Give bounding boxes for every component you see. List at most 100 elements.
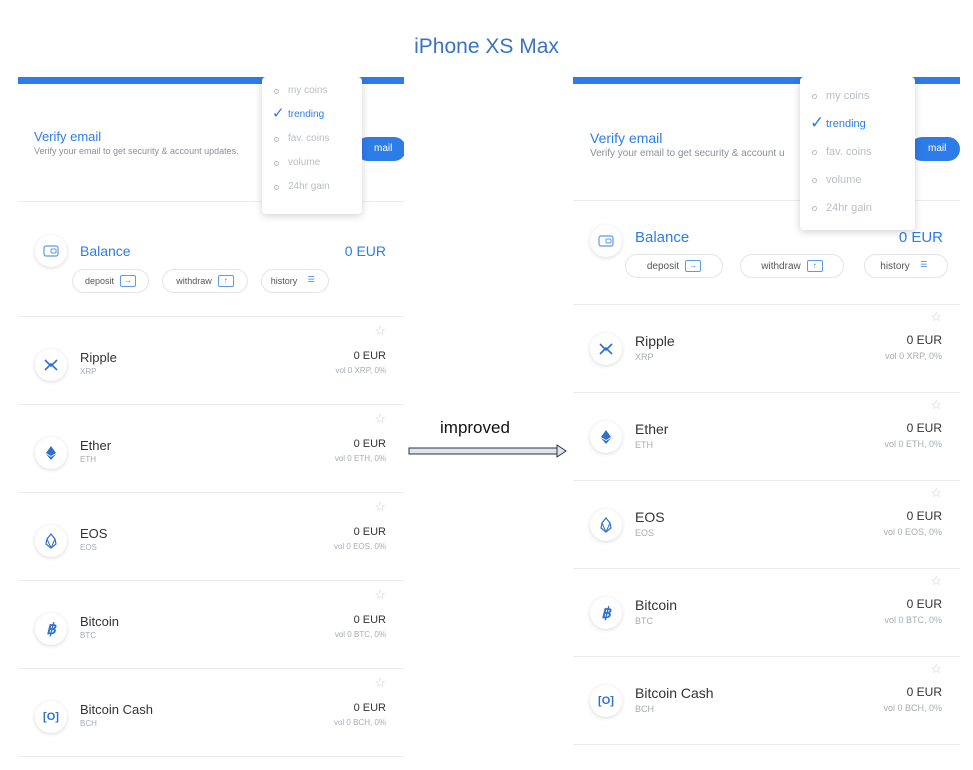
- coin-volume: vol 0 ETH, 0%: [884, 439, 942, 449]
- favorite-star-icon[interactable]: ☆: [930, 573, 942, 589]
- sort-option-trending[interactable]: ✓ trending: [800, 110, 915, 138]
- bullet-icon: [274, 185, 279, 190]
- bullet-icon: [812, 206, 817, 211]
- bullet-icon: [812, 178, 817, 183]
- coin-volume: vol 0 XRP, 0%: [335, 366, 386, 375]
- coin-row-btc[interactable]: ☆ ฿ Bitcoin BTC 0 EUR vol 0 BTC, 0%: [573, 569, 960, 657]
- ripple-icon: [590, 333, 622, 365]
- coin-volume: vol 0 XRP, 0%: [885, 351, 942, 361]
- coin-name: Bitcoin Cash: [80, 702, 153, 717]
- coin-volume: vol 0 EOS, 0%: [333, 542, 386, 551]
- withdraw-icon: ↑: [806, 260, 823, 272]
- coin-volume: vol 0 BCH, 0%: [883, 703, 942, 713]
- verify-email-button[interactable]: mail: [910, 137, 960, 161]
- coin-name: Ripple: [635, 333, 675, 349]
- sort-option-volume[interactable]: volume: [262, 151, 362, 175]
- coin-row-bch[interactable]: ☆ [O] Bitcoin Cash BCH 0 EUR vol 0 BCH, …: [573, 657, 960, 745]
- bullet-icon: [274, 137, 279, 142]
- coin-value: 0 EUR: [906, 509, 942, 523]
- coin-name: Bitcoin Cash: [635, 685, 714, 701]
- coin-row-btc[interactable]: ☆ ฿ Bitcoin BTC 0 EUR vol 0 BTC, 0%: [18, 581, 404, 669]
- coin-name: EOS: [635, 509, 665, 525]
- history-button[interactable]: history ☰: [864, 254, 948, 278]
- coin-value: 0 EUR: [353, 438, 386, 450]
- deposit-button[interactable]: deposit →: [72, 269, 149, 293]
- ether-icon: [35, 437, 67, 469]
- coin-symbol: EOS: [80, 543, 97, 552]
- sort-option-fav-coins[interactable]: fav. coins: [800, 138, 915, 166]
- history-button[interactable]: history ☰: [261, 269, 329, 293]
- wallet-icon: [35, 235, 67, 267]
- coin-symbol: XRP: [80, 367, 97, 376]
- coin-name: Ether: [80, 438, 112, 453]
- coin-name: Bitcoin: [80, 614, 120, 629]
- deposit-icon: →: [120, 275, 137, 287]
- sort-dropdown[interactable]: my coins ✓ trending fav. coins volume 24h…: [262, 77, 362, 214]
- coin-value: 0 EUR: [353, 526, 386, 538]
- favorite-star-icon[interactable]: ☆: [930, 661, 942, 677]
- sort-option-trending[interactable]: ✓ trending: [262, 103, 362, 127]
- wallet-icon: [590, 225, 622, 257]
- coin-value: 0 EUR: [906, 421, 942, 435]
- deposit-icon: →: [685, 260, 702, 272]
- favorite-star-icon[interactable]: ☆: [374, 675, 386, 691]
- coin-volume: vol 0 BTC, 0%: [884, 615, 942, 625]
- coin-symbol: BCH: [635, 704, 655, 714]
- coin-row-bch[interactable]: ☆ [O] Bitcoin Cash BCH 0 EUR vol 0 BCH, …: [18, 669, 404, 757]
- coin-volume: vol 0 BCH, 0%: [333, 718, 386, 727]
- coin-value: 0 EUR: [353, 350, 386, 362]
- verify-email-subtitle: Verify your email to get security & acco…: [590, 148, 785, 159]
- sort-option-24hr-gain[interactable]: 24hr gain: [262, 175, 362, 199]
- balance-label: Balance: [80, 243, 131, 259]
- sort-dropdown[interactable]: my coins ✓ trending fav. coins volume 24h…: [800, 77, 915, 230]
- favorite-star-icon[interactable]: ☆: [374, 587, 386, 603]
- coin-row-xrp[interactable]: ☆ Ripple XRP 0 EUR vol 0 XRP, 0%: [573, 305, 960, 393]
- favorite-star-icon[interactable]: ☆: [374, 499, 386, 515]
- bullet-icon: [274, 161, 279, 166]
- balance-value: 0 EUR: [898, 229, 943, 246]
- coin-row-eth[interactable]: ☆ Ether ETH 0 EUR vol 0 ETH, 0%: [18, 405, 404, 493]
- withdraw-button[interactable]: withdraw ↑: [740, 254, 844, 278]
- coin-name: Ether: [635, 421, 669, 437]
- favorite-star-icon[interactable]: ☆: [930, 397, 942, 413]
- sort-option-fav-coins[interactable]: fav. coins: [262, 127, 362, 151]
- eos-icon: [590, 509, 622, 541]
- coin-symbol: XRP: [635, 352, 654, 362]
- balance-label: Balance: [635, 229, 690, 246]
- coin-row-xrp[interactable]: ☆ Ripple XRP 0 EUR vol 0 XRP, 0%: [18, 317, 404, 405]
- coin-value: 0 EUR: [353, 614, 386, 626]
- verify-email-title: Verify email: [590, 130, 663, 146]
- favorite-star-icon[interactable]: ☆: [930, 309, 942, 325]
- eos-icon: [35, 525, 67, 557]
- verify-email-subtitle: Verify your email to get security & acco…: [34, 146, 239, 156]
- history-list-icon: ☰: [307, 275, 315, 284]
- coin-row-eth[interactable]: ☆ Ether ETH 0 EUR vol 0 ETH, 0%: [573, 393, 960, 481]
- deposit-button[interactable]: deposit →: [625, 254, 723, 278]
- withdraw-icon: ↑: [217, 275, 234, 287]
- coin-value: 0 EUR: [906, 333, 942, 347]
- coin-row-eos[interactable]: ☆ EOS EOS 0 EUR vol 0 EOS, 0%: [573, 481, 960, 569]
- sort-option-24hr-gain[interactable]: 24hr gain: [800, 194, 915, 222]
- coin-symbol: BCH: [80, 719, 97, 728]
- checkmark-icon: ✓: [810, 113, 825, 132]
- coin-volume: vol 0 ETH, 0%: [334, 454, 386, 463]
- coin-name: Ripple: [80, 350, 117, 365]
- sort-option-my-coins[interactable]: my coins: [262, 79, 362, 103]
- coin-row-eos[interactable]: ☆ EOS EOS 0 EUR vol 0 EOS, 0%: [18, 493, 404, 581]
- bullet-icon: [812, 150, 817, 155]
- coin-symbol: EOS: [635, 528, 655, 538]
- page-title: iPhone XS Max: [414, 35, 559, 58]
- verify-email-button[interactable]: mail: [356, 137, 404, 161]
- verify-email-title: Verify email: [34, 129, 102, 144]
- phone-screen-improved: Verify email Verify your email to get se…: [573, 77, 960, 767]
- coin-symbol: BTC: [80, 631, 96, 640]
- favorite-star-icon[interactable]: ☆: [374, 323, 386, 339]
- favorite-star-icon[interactable]: ☆: [374, 411, 386, 427]
- bitcoin-cash-icon: [O]: [590, 685, 622, 717]
- favorite-star-icon[interactable]: ☆: [930, 485, 942, 501]
- sort-option-volume[interactable]: volume: [800, 166, 915, 194]
- coin-value: 0 EUR: [906, 597, 942, 611]
- sort-option-my-coins[interactable]: my coins: [800, 82, 915, 110]
- withdraw-button[interactable]: withdraw ↑: [162, 269, 248, 293]
- arrow-label: improved: [440, 418, 510, 437]
